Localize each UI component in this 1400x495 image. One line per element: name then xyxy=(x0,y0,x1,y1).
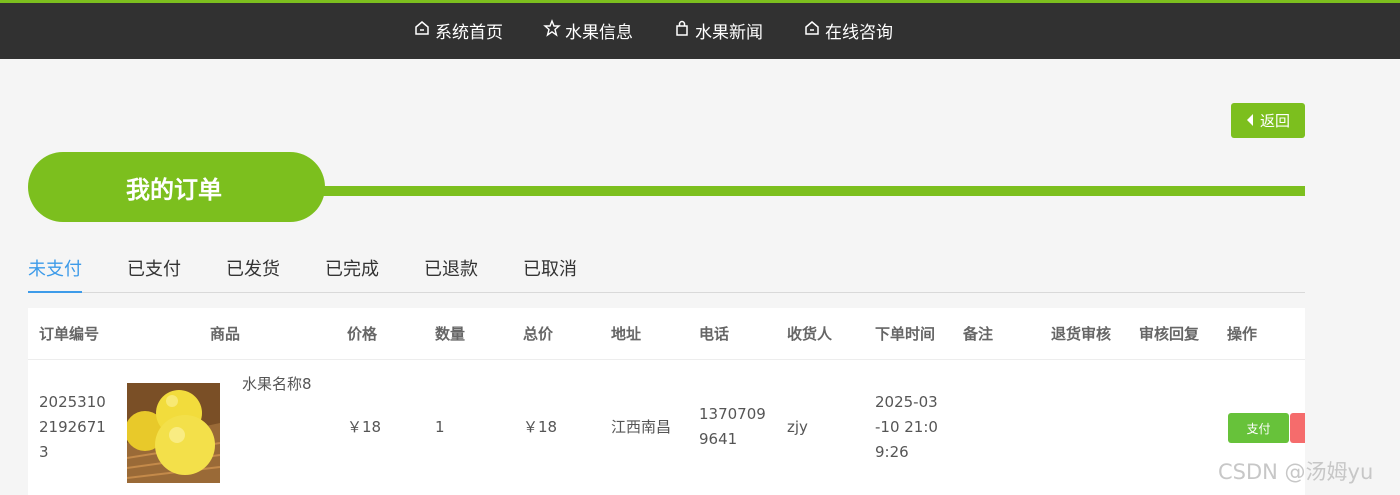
column-header-address: 地址 xyxy=(611,325,642,343)
back-label: 返回 xyxy=(1259,112,1290,130)
column-header-order-no: 订单编号 xyxy=(39,325,100,343)
tab-shipped[interactable]: 已发货 xyxy=(226,255,280,291)
column-header-actions: 操作 xyxy=(1227,325,1258,343)
star-icon xyxy=(543,19,561,42)
tab-completed[interactable]: 已完成 xyxy=(325,255,379,291)
quantity-value: 1 xyxy=(435,418,445,436)
top-navbar: 系统首页 水果信息 水果新闻 在线咨询 xyxy=(0,0,1400,59)
nav-label: 水果信息 xyxy=(565,23,633,43)
column-header-review-reply: 审核回复 xyxy=(1139,325,1200,343)
column-header-order-time: 下单时间 xyxy=(875,325,936,343)
nav-item-fruit-news[interactable]: 水果新闻 xyxy=(673,18,763,43)
page-title: 我的订单 xyxy=(28,152,325,222)
phone-value: 13707099641 xyxy=(699,405,766,448)
page-title-text: 我的订单 xyxy=(126,175,222,204)
nav-item-fruit-info[interactable]: 水果信息 xyxy=(543,18,633,43)
home-icon xyxy=(413,19,431,42)
main-nav: 系统首页 水果信息 水果新闻 在线咨询 xyxy=(413,18,893,43)
receiver-value: zjy xyxy=(787,418,808,436)
back-button[interactable]: 返回 xyxy=(1231,103,1305,138)
caret-left-icon xyxy=(1246,112,1254,130)
nav-label: 在线咨询 xyxy=(825,23,893,43)
product-name: 水果名称8 xyxy=(242,375,312,393)
orders-table: 订单编号 商品 价格 数量 总价 地址 电话 收货人 下单时间 备注 退货审核 … xyxy=(28,308,1305,495)
column-header-note: 备注 xyxy=(963,325,994,343)
cancel-order-button[interactable] xyxy=(1290,413,1305,443)
pay-button[interactable]: 支付 xyxy=(1228,413,1289,443)
total-value: ￥18 xyxy=(523,418,558,436)
order-status-tabs: 未支付 已支付 已发货 已完成 已退款 已取消 xyxy=(28,255,1305,293)
tab-refunded[interactable]: 已退款 xyxy=(424,255,478,291)
column-header-total: 总价 xyxy=(523,325,554,343)
column-header-quantity: 数量 xyxy=(435,325,466,343)
home-icon xyxy=(803,19,821,42)
column-header-product: 商品 xyxy=(210,325,241,343)
nav-item-consult[interactable]: 在线咨询 xyxy=(803,18,893,43)
nav-label: 系统首页 xyxy=(435,23,503,43)
column-header-receiver: 收货人 xyxy=(787,325,833,343)
order-time-value: 2025-03-10 21:09:26 xyxy=(875,393,938,461)
header-divider xyxy=(28,359,1305,360)
column-header-price: 价格 xyxy=(347,325,378,343)
tab-paid[interactable]: 已支付 xyxy=(127,255,181,291)
nav-item-home[interactable]: 系统首页 xyxy=(413,18,503,43)
order-number: 20253102192671 3 xyxy=(39,393,106,461)
tab-cancelled[interactable]: 已取消 xyxy=(523,255,577,291)
nav-label: 水果新闻 xyxy=(695,23,763,43)
watermark: CSDN @汤姆yu xyxy=(1218,460,1374,484)
column-header-return-review: 退货审核 xyxy=(1051,325,1112,343)
title-divider-line xyxy=(310,186,1305,196)
price-value: ￥18 xyxy=(347,418,382,436)
tab-unpaid[interactable]: 未支付 xyxy=(28,255,82,293)
address-value: 江西南昌 xyxy=(611,418,672,436)
product-image xyxy=(127,383,220,483)
column-header-phone: 电话 xyxy=(699,325,730,343)
bag-icon xyxy=(673,19,691,42)
